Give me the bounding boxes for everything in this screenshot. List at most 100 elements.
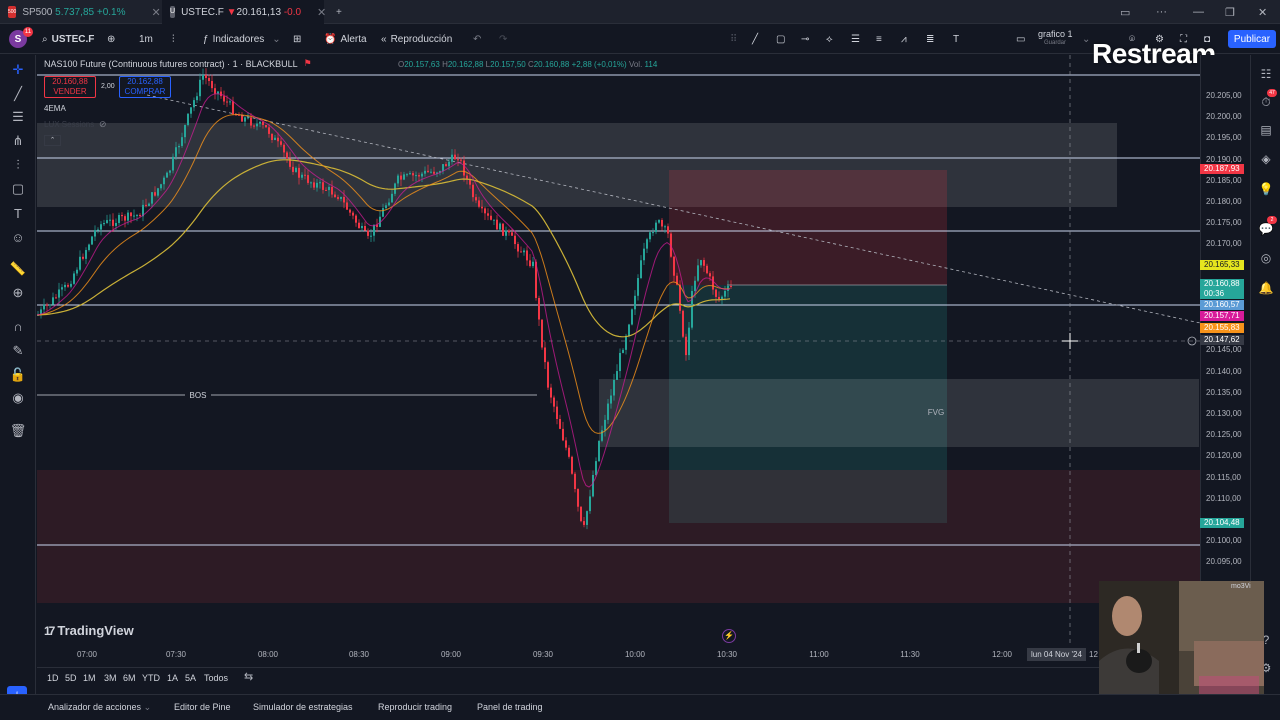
templates-icon[interactable]: ⊞ (293, 30, 301, 48)
range-button-6m[interactable]: 6M (123, 673, 136, 683)
screen-icon[interactable]: ▭ (1120, 0, 1130, 24)
candle-body (130, 212, 132, 217)
undo-icon[interactable]: ↶ (473, 30, 481, 48)
bottom-panel-tab[interactable]: Reproducir trading (378, 702, 452, 712)
browser-tab-sp500[interactable]: 500 SP500 5.737,85 +0.1% ✕ (0, 0, 161, 24)
path-icon[interactable]: ⟡ (826, 30, 833, 48)
shapes-icon[interactable]: ▢ (9, 180, 27, 198)
tradingview-logo: 17 TradingView (44, 623, 134, 638)
indicator-ema-label[interactable]: 4EMA (44, 104, 66, 113)
layers-icon[interactable]: ◈ (1257, 150, 1275, 168)
ruler-icon[interactable]: 📏 (9, 260, 27, 278)
watchlist-icon[interactable]: ☷ (1257, 65, 1275, 83)
price-scale[interactable]: 20.205,00 20.200,00 20.195,00 20.190,00 20.1… (1200, 55, 1250, 646)
symbol-search[interactable]: ⌕ USTEC.F (42, 30, 94, 48)
chart-legend[interactable]: NAS100 Future (Continuous futures contra… (44, 58, 312, 69)
tab-change: -0.0 (283, 6, 302, 18)
candle-body (493, 219, 495, 221)
fib-retracement-icon[interactable]: ≣ (926, 30, 934, 48)
lock-icon[interactable]: 🔓 (9, 366, 27, 384)
emoji-icon[interactable]: ☺ (9, 228, 27, 246)
pattern-icon[interactable]: ⩘ (901, 30, 907, 48)
replay-button[interactable]: « Reproducción (381, 30, 452, 48)
alerts-badge: 47 (1267, 89, 1277, 97)
time-tick: 11:30 (900, 650, 920, 659)
collapse-legend-button[interactable]: ⌃ (44, 135, 61, 146)
bottom-panel-tab[interactable]: Simulador de estrategias (253, 702, 353, 712)
horizontal-line-icon[interactable]: ⊸ (801, 30, 809, 48)
flag-icon[interactable]: ⚑ (304, 58, 312, 69)
candle-body (250, 117, 252, 126)
goto-date-icon[interactable]: ⇆ (244, 670, 253, 683)
candle-body (571, 456, 573, 474)
pitchfork-icon[interactable]: ⋔ (9, 132, 27, 150)
chevron-down-icon[interactable]: ⌄ (1082, 30, 1090, 48)
trendline-icon[interactable]: ╱ (9, 85, 27, 103)
publish-button[interactable]: Publicar (1228, 30, 1276, 48)
fib-icon[interactable]: ☰ (851, 30, 860, 48)
fib-icon[interactable]: ⫶ (9, 156, 27, 174)
range-button-3m[interactable]: 3M (104, 673, 117, 683)
range-button-ytd[interactable]: YTD (142, 673, 160, 683)
range-button-5a[interactable]: 5A (185, 673, 196, 683)
price-tick: 20.180,00 (1206, 197, 1242, 206)
layout-name[interactable]: grafico 1 Guardar (1038, 30, 1073, 48)
close-icon[interactable]: ✕ (317, 6, 326, 19)
bottom-panel-tab[interactable]: Panel de trading (477, 702, 543, 712)
alert-button[interactable]: ⏰ Alerta (324, 30, 367, 48)
horizontal-lines-icon[interactable]: ☰ (9, 108, 27, 126)
text-icon[interactable]: T (9, 204, 27, 222)
candle-body (184, 125, 186, 138)
channel-icon[interactable]: ≡ (876, 30, 882, 48)
rectangle-icon[interactable]: ▢ (776, 30, 785, 48)
buy-price: 20.162,88 (127, 77, 163, 86)
minimize-icon[interactable]: — (1193, 0, 1204, 24)
ideas-icon[interactable]: 💡 (1257, 180, 1275, 198)
notifications-icon[interactable]: 🔔 (1257, 279, 1275, 297)
candle-body (490, 215, 492, 220)
indicators-button[interactable]: ƒ Indicadores ⌄ (203, 30, 281, 48)
drawing-sidebar: ✛ ╱ ☰ ⋔ ⫶ ▢ T ☺ 📏 ⊕ ∩ ✎ 🔓 ◉ 🗑 (0, 55, 36, 720)
text-tool-icon[interactable]: T (953, 30, 959, 48)
range-button-5d[interactable]: 5D (65, 673, 77, 683)
trash-icon[interactable]: 🗑 (9, 422, 27, 440)
window-close-icon[interactable]: ✕ (1258, 0, 1267, 24)
browser-tab-ustec[interactable]: U USTEC.F ▼ 20.161,13 -0.0 ✕ (162, 0, 326, 24)
new-tab-icon[interactable]: + (328, 0, 348, 24)
magnet-icon[interactable]: ∩ (9, 317, 27, 335)
range-button-1a[interactable]: 1A (167, 673, 178, 683)
time-axis[interactable]: 07:00 07:30 08:00 08:30 09:00 09:30 10:00 10:30… (37, 646, 1200, 664)
redo-icon[interactable]: ↷ (499, 30, 507, 48)
layout-icon[interactable]: ▭ (1016, 30, 1025, 48)
lightning-icon[interactable]: ⚡ (722, 629, 736, 643)
close-icon[interactable]: ✕ (152, 6, 161, 19)
compare-add-icon[interactable]: ⊕ (107, 30, 115, 48)
indicator-sessions-label[interactable]: LUX Sessions (44, 120, 94, 129)
drag-handle-icon[interactable]: ⠿ (730, 30, 737, 48)
sell-button[interactable]: 20.160,88 VENDER (44, 76, 96, 98)
range-button-1d[interactable]: 1D (47, 673, 59, 683)
news-icon[interactable]: ▤ (1257, 121, 1275, 139)
candle-body (328, 186, 330, 191)
price-chart[interactable]: BOS FVG (37, 55, 1200, 646)
interval-button[interactable]: 1m (139, 30, 153, 48)
more-icon[interactable]: ··· (1156, 0, 1167, 24)
bottom-panel-tab[interactable]: Editor de Pine (174, 702, 231, 712)
streams-icon[interactable]: ◎ (1257, 249, 1275, 267)
buy-button[interactable]: 20.162,88 COMPRAR (119, 76, 171, 98)
hide-icon[interactable]: ◉ (9, 389, 27, 407)
zoom-icon[interactable]: ⊕ (9, 284, 27, 302)
range-button-1m[interactable]: 1M (83, 673, 96, 683)
candles-icon[interactable]: ⫶ (172, 30, 175, 48)
maximize-icon[interactable]: ❐ (1225, 0, 1235, 24)
candle-body (496, 219, 498, 230)
stay-drawing-icon[interactable]: ✎ (9, 342, 27, 360)
chevron-down-icon[interactable]: ⌄ (141, 702, 152, 712)
trendline-icon[interactable]: ╱ (752, 30, 758, 48)
range-button-todos[interactable]: Todos (204, 673, 228, 683)
hidden-eye-icon[interactable]: ⊘ (99, 119, 107, 130)
crosshair-icon[interactable]: ✛ (9, 61, 27, 79)
bottom-panel-tab[interactable]: Analizador de acciones ⌄ (48, 702, 151, 713)
candle-body (82, 256, 84, 259)
candle-body (481, 206, 483, 209)
